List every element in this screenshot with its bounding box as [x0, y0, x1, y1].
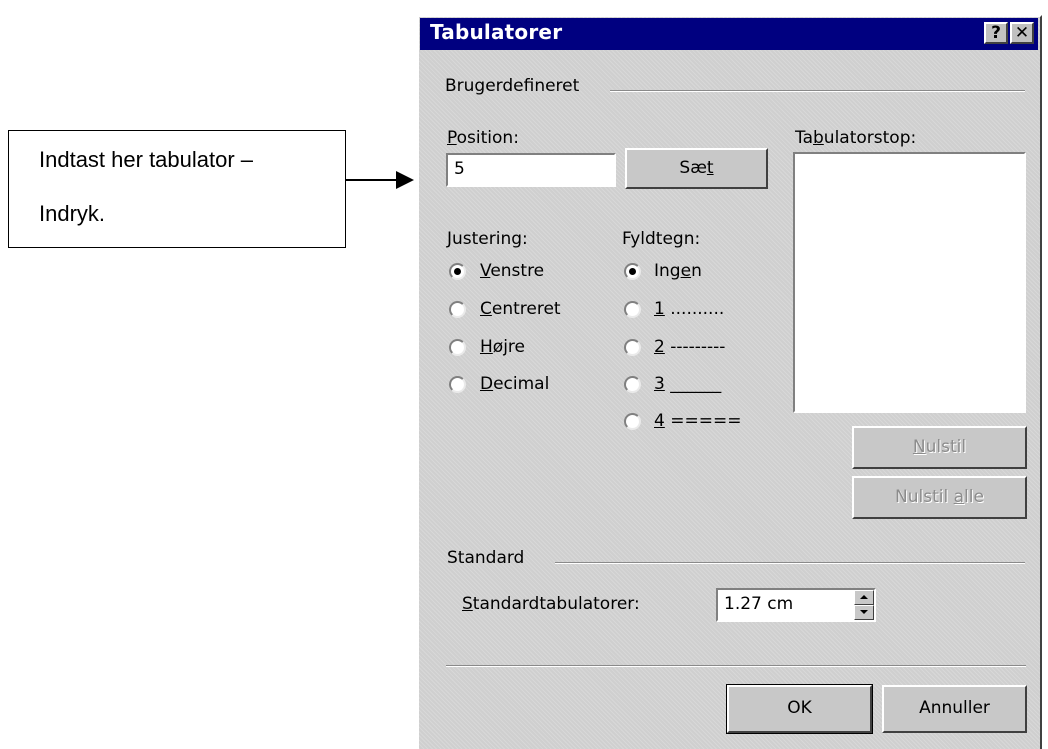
radio-leader-3[interactable]: [624, 376, 641, 393]
custom-group-divider: [610, 90, 1025, 92]
tab-stops-label: Tabulatorstop:: [795, 128, 917, 148]
custom-group-label: Brugerdefineret: [445, 76, 580, 96]
radio-center-label: Centreret: [480, 299, 561, 319]
ok-button[interactable]: OK: [726, 684, 873, 734]
spin-down-icon[interactable]: [854, 605, 874, 620]
default-tabs-label: Standardtabulatorer:: [462, 594, 640, 614]
radio-leader-4[interactable]: [624, 413, 641, 430]
radio-leader-2-label: 2 ---------: [654, 337, 726, 357]
radio-leader-none[interactable]: [624, 263, 641, 280]
radio-right[interactable]: [449, 339, 466, 356]
radio-right-label: Højre: [480, 337, 525, 357]
clear-button[interactable]: Nulstil: [852, 426, 1027, 469]
default-tabs-spinner: [854, 590, 874, 620]
alignment-label: Justering:: [447, 229, 528, 249]
radio-leader-3-label: 3 ______: [654, 374, 722, 394]
radio-left[interactable]: [449, 263, 466, 280]
spin-up-icon[interactable]: [854, 590, 874, 605]
callout-line-2: Indryk.: [39, 201, 106, 226]
radio-leader-4-label: 4 =====: [654, 411, 742, 431]
callout-box: Indtast her tabulator – Indryk.: [8, 130, 346, 248]
radio-center[interactable]: [449, 301, 466, 318]
radio-leader-none-label: Ingen: [654, 261, 702, 281]
default-tabs-input[interactable]: 1.27 cm: [716, 588, 876, 622]
close-icon: ✕: [1014, 23, 1030, 43]
standard-group-divider: [555, 562, 1025, 564]
radio-decimal-label: Decimal: [480, 374, 550, 394]
leader-label: Fyldtegn:: [622, 229, 701, 249]
position-input[interactable]: 5: [446, 153, 616, 187]
radio-leader-1-label: 1 ..........: [654, 299, 725, 319]
radio-leader-1[interactable]: [624, 301, 641, 318]
position-label: Position:: [447, 128, 519, 148]
radio-leader-2[interactable]: [624, 339, 641, 356]
bottom-divider: [446, 665, 1026, 667]
radio-decimal[interactable]: [449, 376, 466, 393]
callout-line-1: Indtast her tabulator –: [39, 147, 254, 172]
tab-stops-list[interactable]: [793, 152, 1026, 413]
dialog-title: Tabulatorer: [430, 20, 563, 44]
close-button[interactable]: ✕: [1010, 22, 1034, 44]
clear-all-button[interactable]: Nulstil alle: [852, 476, 1027, 519]
radio-left-label: Venstre: [480, 261, 545, 281]
callout-arrow-line: [346, 179, 398, 181]
help-button[interactable]: ?: [984, 22, 1008, 44]
set-button[interactable]: Sæt: [625, 148, 768, 189]
standard-group-label: Standard: [447, 548, 525, 568]
cancel-button[interactable]: Annuller: [882, 685, 1027, 733]
callout-arrow-head: [396, 171, 414, 189]
